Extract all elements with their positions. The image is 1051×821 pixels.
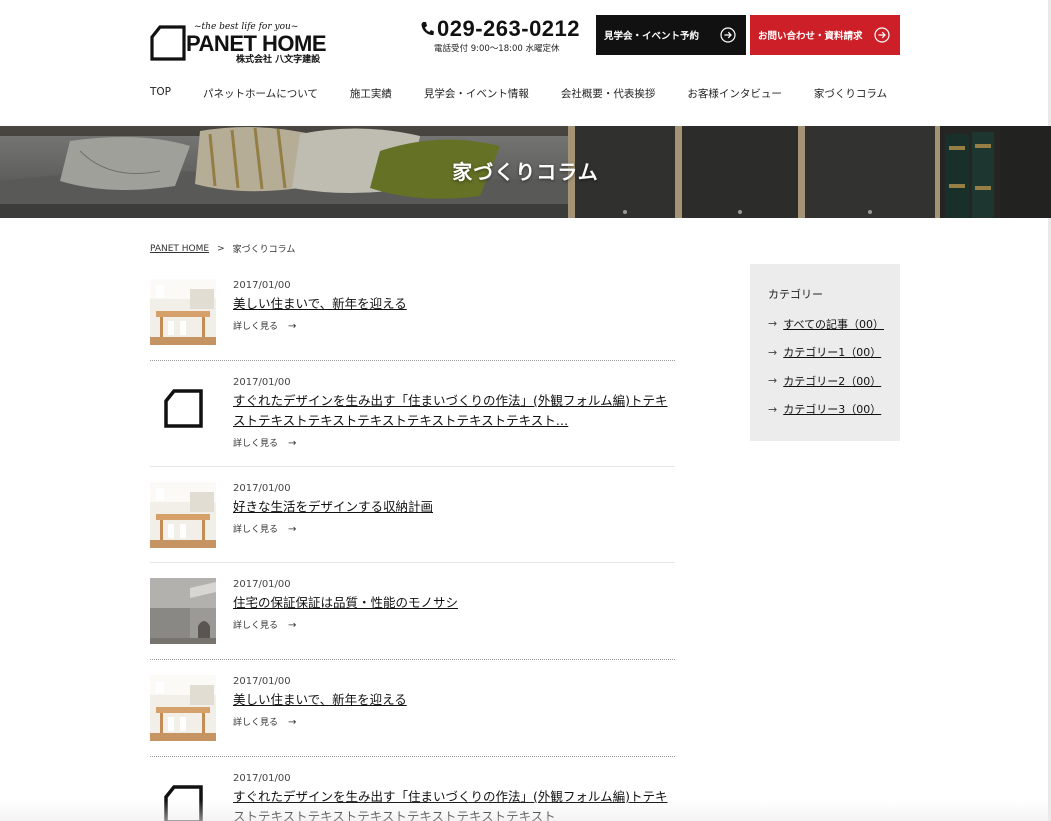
logo-company: 株式会社 八文字建設: [236, 55, 321, 65]
read-more-label: 詳しく見る: [233, 621, 279, 631]
arrow-right-icon: →: [288, 717, 297, 728]
nav-item-events[interactable]: 見学会・イベント情報: [424, 86, 529, 101]
contact-request-label: お問い合わせ・資料請求: [758, 31, 863, 42]
article-title-link[interactable]: すぐれたデザインを生み出す「住まいづくりの作法」(外観フォルム編)トテキストテキ…: [233, 391, 678, 431]
kitchen-photo-thumbnail[interactable]: [150, 279, 216, 345]
concrete-room-photo-thumbnail[interactable]: [150, 578, 216, 644]
read-more-link[interactable]: 詳しく見る →: [233, 618, 296, 631]
article-date: 2017/01/00: [233, 483, 291, 494]
nav-item-works[interactable]: 施工実績: [350, 86, 392, 101]
nav-item-top[interactable]: TOP: [150, 86, 171, 101]
phone-contact[interactable]: 029-263-0212 電話受付 9:00〜18:00 水曜定休: [420, 16, 588, 54]
divider: [150, 466, 675, 467]
category-link-1[interactable]: → カテゴリー1（00）: [768, 345, 900, 360]
read-more-label: 詳しく見る: [233, 322, 279, 332]
circle-arrow-right-icon: [874, 27, 890, 43]
arrow-right-icon: →: [768, 345, 778, 359]
arrow-right-icon: →: [288, 524, 297, 535]
divider: [150, 756, 675, 757]
phone-number[interactable]: 029-263-0212: [437, 16, 580, 42]
divider: [150, 360, 675, 361]
category-label: カテゴリー2（00）: [783, 374, 882, 388]
event-reservation-label: 見学会・イベント予約: [604, 31, 700, 42]
circle-arrow-right-icon: [720, 27, 736, 43]
logo-placeholder-thumbnail[interactable]: [150, 376, 216, 442]
site-logo[interactable]: ~the best life for you~ PANET HOME 株式会社 …: [150, 22, 327, 65]
global-nav: TOP パネットホームについて 施工実績 見学会・イベント情報 会社概要・代表挨…: [150, 86, 887, 101]
read-more-label: 詳しく見る: [233, 439, 279, 449]
article-title-link[interactable]: 美しい住まいで、新年を迎える: [233, 690, 678, 710]
sidebar-heading: カテゴリー: [768, 288, 823, 301]
breadcrumb-separator: >: [217, 243, 225, 254]
breadcrumb-home-link[interactable]: PANET HOME: [150, 244, 209, 254]
category-link-3[interactable]: → カテゴリー3（00）: [768, 402, 900, 417]
page-title: 家づくりコラム: [452, 160, 599, 184]
nav-item-about[interactable]: パネットホームについて: [203, 86, 318, 101]
category-sidebar: カテゴリー → すべての記事（00） → カテゴリー1（00） → カテゴリー2…: [750, 264, 900, 441]
article-date: 2017/01/00: [233, 579, 291, 590]
read-more-label: 詳しく見る: [233, 525, 279, 535]
arrow-right-icon: →: [768, 402, 778, 416]
arrow-right-icon: →: [768, 317, 778, 330]
article-date: 2017/01/00: [233, 676, 291, 687]
read-more-link[interactable]: 詳しく見る →: [233, 319, 296, 332]
contact-request-button[interactable]: お問い合わせ・資料請求: [750, 15, 900, 55]
read-more-link[interactable]: 詳しく見る →: [233, 715, 296, 728]
kitchen-photo-thumbnail[interactable]: [150, 675, 216, 741]
category-label: すべての記事（00）: [783, 317, 885, 331]
nav-item-interview[interactable]: お客様インタビュー: [687, 86, 782, 101]
phone-hours: 電話受付 9:00〜18:00 水曜定休: [434, 44, 560, 54]
article-title-link[interactable]: 住宅の保証保証は品質・性能のモノサシ: [233, 593, 678, 613]
read-more-link[interactable]: 詳しく見る →: [233, 522, 296, 535]
category-link-2[interactable]: → カテゴリー2（00）: [768, 373, 900, 388]
kitchen-photo-thumbnail[interactable]: [150, 482, 216, 548]
event-reservation-button[interactable]: 見学会・イベント予約: [596, 15, 746, 55]
divider: [150, 562, 675, 563]
arrow-right-icon: →: [288, 321, 297, 332]
article-title-link[interactable]: 美しい住まいで、新年を迎える: [233, 294, 678, 314]
arrow-right-icon: →: [288, 620, 297, 631]
article-title-link[interactable]: 好きな生活をデザインする収納計画: [233, 497, 678, 517]
article-date: 2017/01/00: [233, 280, 291, 291]
phone-icon: [421, 22, 434, 36]
breadcrumb: PANET HOME > 家づくりコラム: [150, 242, 296, 256]
house-logo-icon: [150, 25, 186, 61]
article-date: 2017/01/00: [233, 773, 291, 784]
hero-banner: 家づくりコラム: [0, 126, 1051, 218]
read-more-label: 詳しく見る: [233, 718, 279, 728]
arrow-right-icon: →: [768, 374, 778, 387]
article-date: 2017/01/00: [233, 377, 291, 388]
arrow-right-icon: →: [288, 438, 297, 449]
nav-item-column[interactable]: 家づくりコラム: [814, 86, 887, 101]
read-more-link[interactable]: 詳しく見る →: [233, 436, 296, 449]
category-link-all[interactable]: → すべての記事（00）: [768, 316, 900, 331]
category-label: カテゴリー3（00）: [783, 403, 882, 416]
breadcrumb-current: 家づくりコラム: [232, 245, 296, 255]
bottom-fade: [0, 800, 1051, 821]
divider: [150, 659, 675, 660]
nav-item-company[interactable]: 会社概要・代表挨拶: [561, 86, 656, 101]
category-label: カテゴリー1（00）: [783, 346, 882, 359]
